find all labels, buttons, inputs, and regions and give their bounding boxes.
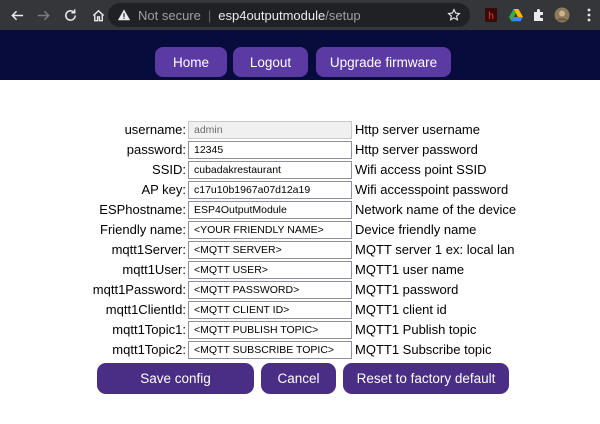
esphostname-field[interactable]: ESP4OutputModule xyxy=(188,201,352,219)
form-row-mqtt1-topic1: mqtt1Topic1: <MQTT PUBLISH TOPIC> MQTT1 … xyxy=(0,320,600,340)
password-description: Http server password xyxy=(355,142,478,157)
form-row-username: username: admin Http server username xyxy=(0,120,600,140)
ap-key-field[interactable]: c17u10b1967a07d12a19 xyxy=(188,181,352,199)
ssid-label: SSID: xyxy=(152,162,186,177)
reload-icon[interactable] xyxy=(58,3,82,27)
svg-text:h: h xyxy=(488,11,494,22)
forward-arrow-icon[interactable] xyxy=(31,3,55,27)
mqtt1-client-id-field[interactable]: <MQTT CLIENT ID> xyxy=(188,301,352,319)
form-row-ssid: SSID: cubadakrestaurant Wifi access poin… xyxy=(0,160,600,180)
form-row-friendly-name: Friendly name: <YOUR FRIENDLY NAME> Devi… xyxy=(0,220,600,240)
username-description: Http server username xyxy=(355,122,480,137)
form-row-mqtt1-user: mqtt1User: <MQTT USER> MQTT1 user name xyxy=(0,260,600,280)
mqtt1-server-description: MQTT server 1 ex: local lan xyxy=(355,242,515,257)
mqtt1-password-label: mqtt1Password: xyxy=(92,282,186,297)
ssid-field[interactable]: cubadakrestaurant xyxy=(188,161,352,179)
mqtt1-user-label: mqtt1User: xyxy=(122,262,186,277)
ssid-description: Wifi access point SSID xyxy=(355,162,487,177)
esphostname-label: ESPhostname: xyxy=(99,202,186,217)
username-label: username: xyxy=(124,122,186,137)
url-separator: | xyxy=(207,7,212,23)
logout-button[interactable]: Logout xyxy=(233,47,308,77)
star-icon[interactable] xyxy=(446,7,462,23)
puzzle-extensions-icon[interactable] xyxy=(530,6,548,24)
ap-key-description: Wifi accesspoint password xyxy=(355,182,509,197)
form-row-ap-key: AP key: c17u10b1967a07d12a19 Wifi access… xyxy=(0,180,600,200)
form-row-mqtt1-client-id: mqtt1ClientId: <MQTT CLIENT ID> MQTT1 cl… xyxy=(0,300,600,320)
upgrade-firmware-button[interactable]: Upgrade firmware xyxy=(316,47,451,77)
form-row-mqtt1-password: mqtt1Password: <MQTT PASSWORD> MQTT1 pas… xyxy=(0,280,600,300)
mqtt1-server-field[interactable]: <MQTT SERVER> xyxy=(188,241,352,259)
security-status[interactable]: Not secure xyxy=(138,8,201,23)
red-extension-icon[interactable]: h xyxy=(482,6,500,24)
save-config-button[interactable]: Save config xyxy=(97,363,254,394)
form-row-password: password: 12345 Http server password xyxy=(0,140,600,160)
browser-toolbar: Not secure | esp4outputmodule/setup h xyxy=(0,0,600,30)
friendly-name-field[interactable]: <YOUR FRIENDLY NAME> xyxy=(188,221,352,239)
mqtt1-user-description: MQTT1 user name xyxy=(355,262,465,277)
friendly-name-description: Device friendly name xyxy=(355,222,477,237)
warning-triangle-icon[interactable] xyxy=(116,7,132,23)
mqtt1-topic1-field[interactable]: <MQTT PUBLISH TOPIC> xyxy=(188,321,352,339)
form-row-esphostname: ESPhostname: ESP4OutputModule Network na… xyxy=(0,200,600,220)
password-field[interactable]: 12345 xyxy=(188,141,352,159)
form-row-mqtt1-topic2: mqtt1Topic2: <MQTT SUBSCRIBE TOPIC> MQTT… xyxy=(0,340,600,360)
address-bar[interactable]: Not secure | esp4outputmodule/setup xyxy=(108,3,470,27)
home-button[interactable]: Home xyxy=(155,47,227,77)
mqtt1-server-label: mqtt1Server: xyxy=(111,242,186,257)
kebab-menu-icon[interactable] xyxy=(580,6,598,24)
mqtt1-topic1-description: MQTT1 Publish topic xyxy=(355,322,477,337)
mqtt1-topic2-description: MQTT1 Subscribe topic xyxy=(355,342,492,357)
profile-avatar-icon[interactable] xyxy=(553,6,571,24)
back-arrow-icon[interactable] xyxy=(5,3,29,27)
url-host: esp4outputmodule xyxy=(218,7,326,23)
friendly-name-label: Friendly name: xyxy=(100,222,186,237)
google-drive-icon[interactable] xyxy=(507,6,525,24)
cancel-button[interactable]: Cancel xyxy=(261,363,336,394)
username-field[interactable]: admin xyxy=(188,121,352,139)
mqtt1-password-description: MQTT1 password xyxy=(355,282,459,297)
mqtt1-user-field[interactable]: <MQTT USER> xyxy=(188,261,352,279)
mqtt1-client-id-description: MQTT1 client id xyxy=(355,302,447,317)
site-header: Home Logout Upgrade firmware xyxy=(0,30,600,80)
ap-key-label: AP key: xyxy=(141,182,186,197)
url-path: /setup xyxy=(325,7,361,23)
mqtt1-client-id-label: mqtt1ClientId: xyxy=(105,302,186,317)
reset-factory-default-button[interactable]: Reset to factory default xyxy=(343,363,509,394)
password-label: password: xyxy=(126,142,186,157)
mqtt1-password-field[interactable]: <MQTT PASSWORD> xyxy=(188,281,352,299)
mqtt1-topic2-field[interactable]: <MQTT SUBSCRIBE TOPIC> xyxy=(188,341,352,359)
mqtt1-topic2-label: mqtt1Topic2: xyxy=(112,342,186,357)
mqtt1-topic1-label: mqtt1Topic1: xyxy=(112,322,186,337)
form-row-mqtt1-server: mqtt1Server: <MQTT SERVER> MQTT server 1… xyxy=(0,240,600,260)
home-icon[interactable] xyxy=(86,3,110,27)
esphostname-description: Network name of the device xyxy=(355,202,517,217)
